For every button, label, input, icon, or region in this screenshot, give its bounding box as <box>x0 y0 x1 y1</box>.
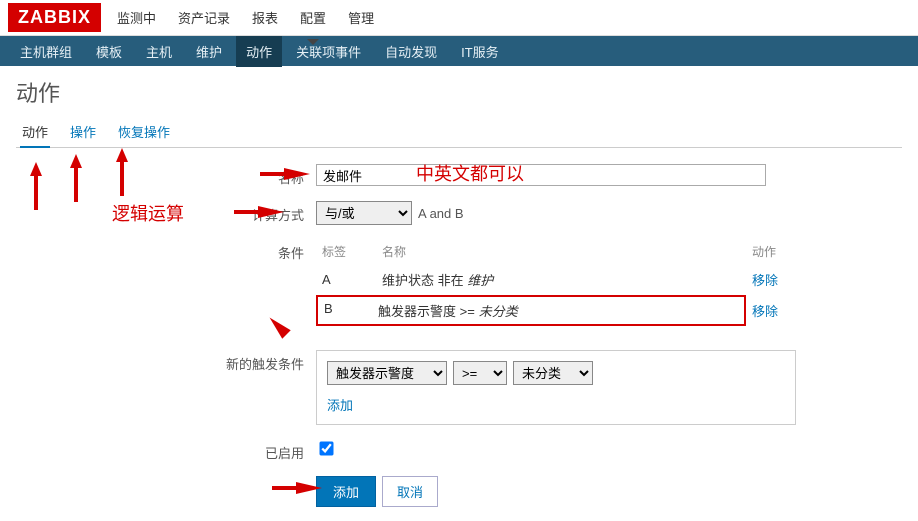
table-row: B触发器示警度 >= 未分类 移除 <box>316 295 796 326</box>
table-row: A维护状态 非在 维护移除 <box>316 264 796 295</box>
name-label: 名称 <box>16 164 316 187</box>
submit-button[interactable]: 添加 <box>316 476 376 507</box>
sub-nav: 主机群组模板主机维护动作关联项事件自动发现IT服务 <box>0 36 918 66</box>
topnav-item[interactable]: 资产记录 <box>170 0 238 35</box>
subnav-item[interactable]: 关联项事件 <box>286 36 371 67</box>
subnav-item[interactable]: 模板 <box>86 36 132 67</box>
logo: ZABBIX <box>8 3 101 32</box>
calc-expr: A and B <box>418 206 464 221</box>
cond-tag: A <box>316 264 376 295</box>
topnav-item[interactable]: 报表 <box>244 0 286 35</box>
cond-th-action: 动作 <box>746 239 796 264</box>
subnav-item[interactable]: IT服务 <box>451 36 509 67</box>
tab[interactable]: 操作 <box>68 116 98 147</box>
new-cond-type-select[interactable]: 触发器示警度 <box>327 361 447 385</box>
cond-label: 条件 <box>16 239 316 262</box>
new-cond-value-select[interactable]: 未分类 <box>513 361 593 385</box>
subnav-item[interactable]: 主机 <box>136 36 182 67</box>
top-nav: 监测中资产记录报表配置管理 <box>109 0 382 35</box>
cancel-button[interactable]: 取消 <box>382 476 438 507</box>
topnav-item[interactable]: 监测中 <box>109 0 164 35</box>
tabs: 动作操作恢复操作 <box>16 116 902 148</box>
page-title: 动作 <box>16 76 902 108</box>
subnav-item[interactable]: 主机群组 <box>10 36 82 67</box>
calc-select[interactable]: 与/或 <box>316 201 412 225</box>
remove-link[interactable]: 移除 <box>752 304 778 319</box>
new-cond-op-select[interactable]: >= <box>453 361 507 385</box>
cond-name: 维护状态 非在 维护 <box>376 264 746 295</box>
tab[interactable]: 动作 <box>20 116 50 147</box>
subnav-item[interactable]: 自动发现 <box>375 36 447 67</box>
enabled-label: 已启用 <box>16 439 316 462</box>
topnav-item[interactable]: 管理 <box>340 0 382 35</box>
tab[interactable]: 恢复操作 <box>116 116 172 147</box>
cond-th-name: 名称 <box>376 239 746 264</box>
enabled-checkbox[interactable] <box>319 441 333 455</box>
subnav-item[interactable]: 动作 <box>236 36 282 67</box>
conditions-table: 标签 名称 动作 A维护状态 非在 维护移除 B触发器示警度 >= 未分类 移除 <box>316 239 796 326</box>
cond-tag: B <box>324 301 378 320</box>
add-condition-link[interactable]: 添加 <box>327 398 353 413</box>
remove-link[interactable]: 移除 <box>752 273 778 288</box>
topnav-item[interactable]: 配置 <box>292 0 334 35</box>
cond-name: 触发器示警度 >= 未分类 <box>378 301 518 320</box>
subnav-item[interactable]: 维护 <box>186 36 232 67</box>
cond-th-tag: 标签 <box>316 239 376 264</box>
name-input[interactable] <box>316 164 766 186</box>
calc-label: 计算方式 <box>16 201 316 224</box>
new-cond-label: 新的触发条件 <box>16 350 316 373</box>
